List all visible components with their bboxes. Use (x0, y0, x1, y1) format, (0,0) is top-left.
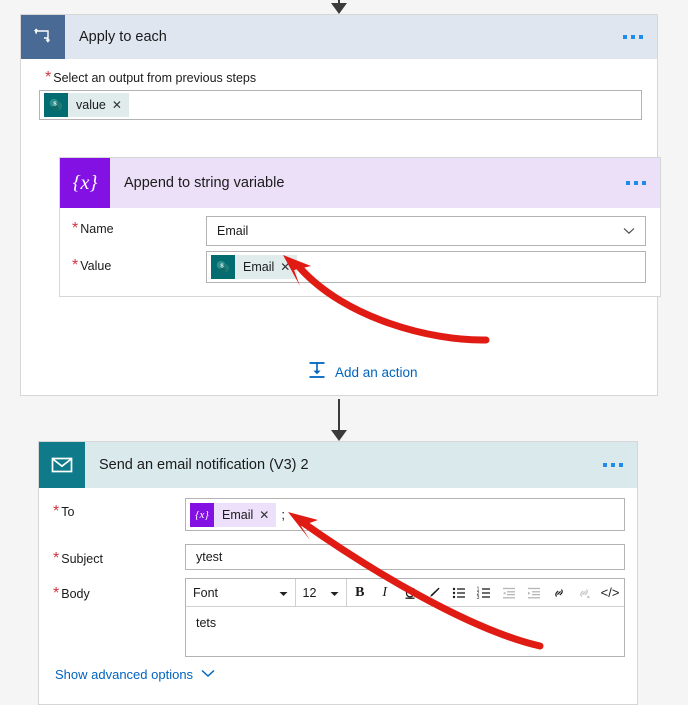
remove-link-icon[interactable] (571, 579, 596, 606)
bulleted-list-icon[interactable] (447, 579, 472, 606)
variable-icon: {x} (190, 502, 214, 527)
chevron-down-icon[interactable] (623, 222, 635, 240)
subject-label-row: * Subject (53, 550, 103, 568)
token-email-label: Email (243, 260, 275, 274)
apply-to-each-output-input[interactable]: S value ✕ (39, 90, 642, 120)
name-label: Name (80, 222, 114, 236)
show-advanced-options-link[interactable]: Show advanced options (55, 665, 215, 683)
variable-icon: {x} (60, 158, 110, 208)
subject-value: ytest (196, 550, 223, 564)
token-value-label: value (76, 98, 106, 112)
required-asterisk: * (45, 69, 52, 86)
token-value[interactable]: S value ✕ (44, 93, 129, 117)
append-variable-menu-button[interactable] (626, 181, 646, 185)
apply-to-each-output-label: Select an output from previous steps (53, 71, 257, 85)
to-separator-character: ; (281, 507, 285, 522)
add-an-action-button[interactable]: Add an action (307, 360, 418, 385)
body-label-row: * Body (53, 585, 90, 603)
value-label: Value (80, 259, 112, 273)
chevron-down-icon (201, 665, 215, 683)
token-value-remove[interactable]: ✕ (112, 93, 129, 117)
subject-input[interactable]: ytest (185, 544, 625, 570)
body-toolbar: Font 12 B I 1 2 3 </> (186, 579, 624, 607)
top-connector-arrow (330, 0, 348, 14)
underline-icon[interactable] (397, 579, 422, 606)
value-separator-character: ; (302, 259, 306, 275)
value-label-row: * Value (72, 257, 111, 275)
envelope-icon (39, 442, 85, 488)
variable-icon-glyph: {x} (195, 508, 209, 521)
required-asterisk: * (72, 257, 79, 274)
chevron-down-icon (324, 584, 339, 602)
font-size-value: 12 (302, 585, 317, 600)
loop-icon (21, 15, 65, 59)
decrease-indent-icon[interactable] (497, 579, 522, 606)
send-email-header[interactable]: Send an email notification (V3) 2 (39, 442, 637, 488)
token-email-remove[interactable]: ✕ (259, 503, 276, 527)
italic-icon[interactable]: I (372, 579, 397, 606)
body-rich-text-editor[interactable]: Font 12 B I 1 2 3 </> tets (185, 578, 625, 657)
insert-action-icon (307, 360, 327, 385)
increase-indent-icon[interactable] (521, 579, 546, 606)
flow-designer-canvas: Apply to each * Select an output from pr… (0, 0, 688, 705)
add-an-action-label: Add an action (335, 365, 418, 380)
to-label-row: * To (53, 503, 74, 521)
body-text-area[interactable]: tets (186, 607, 624, 655)
name-dropdown[interactable]: Email (206, 216, 646, 246)
token-email-label: Email (222, 507, 254, 522)
show-advanced-options-label: Show advanced options (55, 666, 194, 682)
send-email-menu-button[interactable] (603, 463, 623, 467)
variable-icon-glyph: {x} (72, 171, 98, 194)
apply-to-each-title: Apply to each (79, 29, 167, 45)
apply-to-each-card: Apply to each * Select an output from pr… (20, 14, 661, 396)
append-variable-header[interactable]: {x} Append to string variable (60, 158, 660, 208)
token-email-remove[interactable]: ✕ (280, 255, 297, 279)
code-view-icon[interactable]: </> (596, 579, 624, 606)
sharepoint-icon: S (44, 93, 68, 117)
required-asterisk: * (53, 503, 60, 520)
append-to-string-variable-card: {x} Append to string variable * Name Ema… (59, 157, 661, 297)
send-email-title: Send an email notification (V3) 2 (99, 457, 309, 473)
middle-connector-arrow (330, 399, 348, 441)
insert-link-icon[interactable] (546, 579, 571, 606)
svg-text:S: S (220, 263, 224, 269)
body-label: Body (61, 587, 90, 601)
required-asterisk: * (72, 220, 79, 237)
numbered-list-icon[interactable]: 1 2 3 (472, 579, 497, 606)
font-name-dropdown[interactable]: Font (186, 579, 296, 606)
bold-icon[interactable]: B (347, 579, 372, 606)
svg-text:3: 3 (477, 595, 480, 601)
apply-to-each-header[interactable]: Apply to each (21, 15, 657, 59)
name-value: Email (217, 224, 249, 238)
name-label-row: * Name (72, 220, 114, 238)
svg-text:S: S (53, 101, 57, 107)
sharepoint-icon: S (211, 255, 235, 279)
required-asterisk: * (53, 550, 60, 567)
font-name-value: Font (193, 585, 219, 600)
append-variable-title: Append to string variable (124, 175, 285, 191)
apply-to-each-output-label-row: * Select an output from previous steps (45, 69, 256, 87)
required-asterisk: * (53, 585, 60, 602)
token-email-sharepoint[interactable]: S Email ✕ (211, 255, 298, 279)
font-size-dropdown[interactable]: 12 (296, 579, 348, 606)
chevron-down-icon (269, 584, 288, 602)
to-label: To (61, 505, 75, 519)
token-email-variable[interactable]: {x} Email ✕ (190, 502, 277, 527)
subject-label: Subject (61, 552, 103, 566)
highlighter-icon[interactable] (422, 579, 447, 606)
apply-to-each-menu-button[interactable] (623, 35, 643, 39)
to-input[interactable]: {x} Email ✕ ; (185, 498, 625, 531)
value-input[interactable]: S Email ✕ ; (206, 251, 646, 283)
